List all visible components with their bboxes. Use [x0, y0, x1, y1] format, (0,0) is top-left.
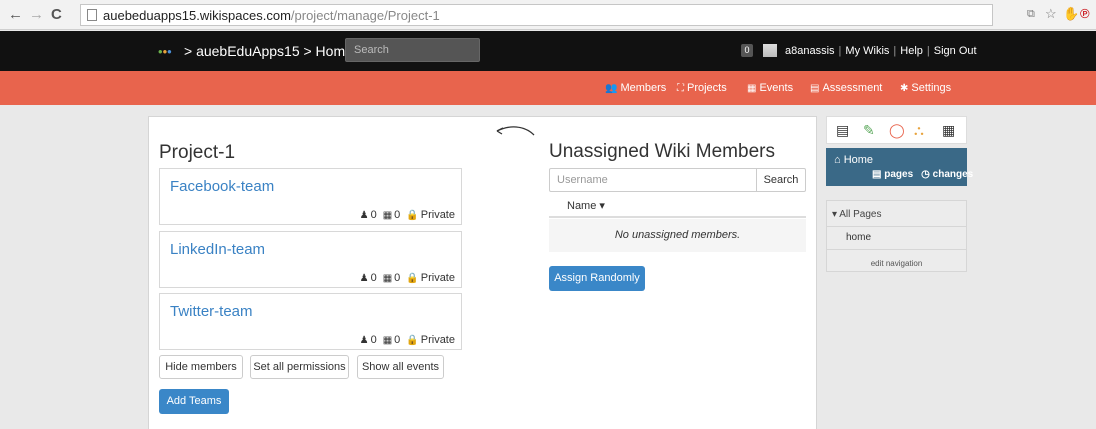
changes-link[interactable]: ◷ changes [921, 169, 973, 180]
my-wikis-link[interactable]: My Wikis [845, 45, 889, 57]
home-actions: ▤ pages ◷ changes [872, 169, 973, 180]
username-field[interactable] [549, 168, 757, 192]
unassigned-title: Unassigned Wiki Members [549, 141, 775, 162]
extension-icon[interactable]: ✋ [1063, 6, 1079, 22]
team-meta: ♟ 0 ▦ 0 🔒 Private [359, 209, 455, 221]
navigation-box: ▾ All Pages home edit navigation [826, 200, 967, 272]
page-title: Project-1 [159, 142, 236, 163]
add-teams-button[interactable]: Add Teams [159, 389, 229, 414]
nav-home-link[interactable]: home [827, 226, 966, 250]
name-column-header[interactable]: Name ▾ [567, 199, 605, 212]
breadcrumb[interactable]: > auebEduApps15 > Home [184, 43, 353, 59]
team-name-link[interactable]: Facebook-team [170, 178, 274, 195]
home-link[interactable]: ⌂ Home [834, 154, 873, 166]
help-link[interactable]: Help [900, 45, 923, 57]
site-search-input[interactable] [346, 39, 479, 61]
project-panel: Project-1 Facebook-team ♟ 0 ▦ 0 🔒 Private Lin… [148, 116, 817, 429]
site-topbar: ••• > auebEduApps15 > Home 0 a8anassis|M… [0, 31, 1096, 71]
back-arrow-icon[interactable]: ← [8, 7, 23, 23]
avatar[interactable] [763, 44, 777, 57]
browser-toolbar: ← → C auebeduapps15.wikispaces.com/proje… [0, 0, 1096, 30]
translate-icon[interactable]: ⧉ [1027, 8, 1035, 21]
members-icon: 👥 [605, 83, 618, 94]
chart-icon: ▤ [810, 83, 820, 94]
username-input[interactable] [550, 169, 756, 191]
menu-settings[interactable]: ✱ Settings [900, 82, 951, 94]
page-tools: ▤ ✎ ◯ ⛬ ▦ [826, 116, 967, 144]
notification-badge[interactable]: 0 [741, 44, 753, 57]
lock-icon: 🔒 [406, 335, 419, 346]
team-name-link[interactable]: Twitter-team [170, 303, 253, 320]
undo-arrow-icon[interactable] [494, 123, 536, 139]
home-icon: ⌂ [834, 154, 844, 166]
forward-arrow-icon[interactable]: → [29, 7, 44, 23]
paperclip-icon[interactable]: ✎ [863, 121, 875, 139]
calendar-icon: ▦ [747, 83, 757, 94]
calendar-icon[interactable]: ▦ [942, 121, 955, 139]
reload-icon[interactable]: C [51, 7, 62, 23]
pages-link[interactable]: ▤ pages [872, 169, 913, 180]
manage-menu-bar: 👥 Members ⛶ Projects ▦ Events ▤ Assessment ✱… [0, 71, 1096, 105]
wikispaces-logo-icon[interactable]: ••• [158, 43, 174, 59]
set-permissions-button[interactable]: Set all permissions [250, 355, 349, 379]
divider [549, 216, 806, 218]
user-icon: ♟ [359, 210, 369, 221]
team-card: Twitter-team ♟ 0 ▦ 0 🔒 Private [159, 293, 462, 350]
team-meta: ♟ 0 ▦ 0 🔒 Private [359, 272, 455, 284]
calendar-icon: ▦ [382, 273, 393, 284]
url-text: auebeduapps15.wikispaces.com/project/man… [103, 8, 440, 23]
team-card: LinkedIn-team ♟ 0 ▦ 0 🔒 Private [159, 231, 462, 288]
menu-events[interactable]: ▦ Events [747, 82, 793, 94]
sign-out-link[interactable]: Sign Out [934, 45, 977, 57]
page-icon [87, 9, 97, 21]
username-link[interactable]: a8anassis [785, 45, 835, 57]
search-button[interactable]: Search [756, 168, 806, 192]
empty-message: No unassigned members. [549, 219, 806, 252]
address-bar[interactable]: auebeduapps15.wikispaces.com/project/man… [80, 4, 993, 26]
site-search[interactable] [345, 38, 480, 62]
page-icon[interactable]: ▤ [836, 121, 849, 139]
pages-icon: ▤ [872, 169, 885, 180]
menu-projects[interactable]: ⛶ Projects [677, 82, 727, 94]
all-pages-toggle[interactable]: ▾ All Pages [832, 209, 882, 220]
user-links: a8anassis | My Wikis | Help | Sign Out [785, 45, 977, 57]
hide-members-button[interactable]: Hide members [159, 355, 243, 379]
clock-icon: ◷ [921, 169, 933, 180]
show-events-button[interactable]: Show all events [357, 355, 444, 379]
pinterest-icon[interactable]: ℗ [1080, 6, 1090, 21]
user-icon: ♟ [359, 273, 369, 284]
team-meta: ♟ 0 ▦ 0 🔒 Private [359, 334, 455, 346]
projects-icon: ⛶ [677, 83, 684, 94]
calendar-icon: ▦ [382, 335, 393, 346]
comment-icon[interactable]: ◯ [889, 121, 905, 139]
menu-members[interactable]: 👥 Members [605, 82, 666, 94]
user-icon: ♟ [359, 335, 369, 346]
team-card: Facebook-team ♟ 0 ▦ 0 🔒 Private [159, 168, 462, 225]
team-name-link[interactable]: LinkedIn-team [170, 241, 265, 258]
bookmark-star-icon[interactable]: ☆ [1045, 6, 1057, 22]
gear-icon: ✱ [900, 83, 909, 94]
assign-randomly-button[interactable]: Assign Randomly [549, 266, 645, 291]
calendar-icon: ▦ [382, 210, 393, 221]
menu-assessment[interactable]: ▤ Assessment [810, 82, 882, 94]
sitemap-icon[interactable]: ⛬ [914, 121, 924, 139]
lock-icon: 🔒 [406, 210, 419, 221]
home-box: ⌂ Home ▤ pages ◷ changes [826, 148, 973, 186]
edit-navigation-link[interactable]: edit navigation [827, 259, 966, 268]
lock-icon: 🔒 [406, 273, 419, 284]
